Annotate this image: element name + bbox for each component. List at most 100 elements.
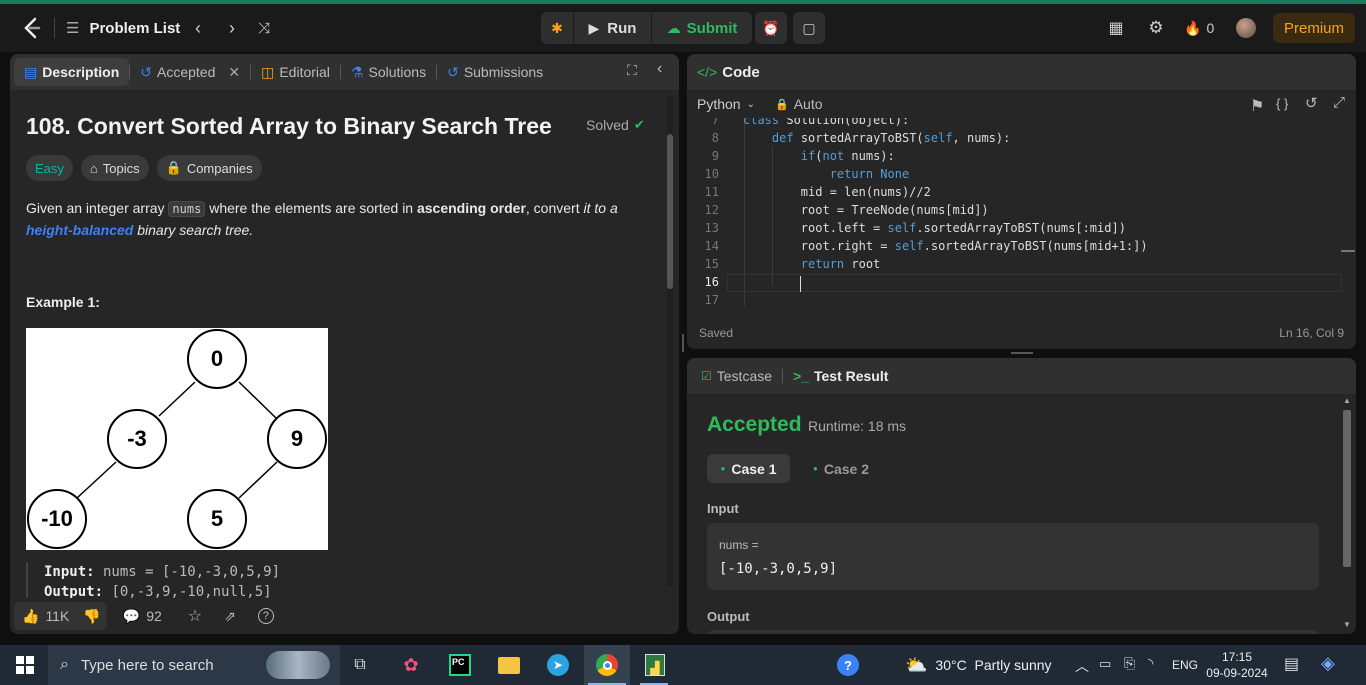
- language-label: Python: [697, 96, 741, 112]
- settings-gear-icon[interactable]: ⚙: [1145, 16, 1167, 40]
- panel-resize-handle[interactable]: [1011, 352, 1033, 354]
- comment-icon: 💬: [122, 607, 141, 624]
- format-braces-icon[interactable]: { }: [1276, 96, 1288, 111]
- tree-node: 9: [267, 409, 327, 469]
- notifications-icon[interactable]: ▤: [1284, 654, 1299, 674]
- chart-app-icon[interactable]: ▟: [641, 651, 669, 679]
- premium-button[interactable]: Premium: [1273, 13, 1355, 43]
- share-icon[interactable]: ⇗: [224, 608, 236, 625]
- desc-text: Given an integer array: [26, 200, 169, 216]
- height-balanced-link[interactable]: height-balanced: [26, 222, 133, 238]
- problem-list-label: Problem List: [89, 19, 181, 37]
- network-lan-icon[interactable]: ⎘: [1124, 655, 1135, 672]
- run-button[interactable]: ▶ Run: [574, 12, 651, 44]
- result-scrollbar[interactable]: ▲ ▼: [1340, 396, 1354, 632]
- weather-widget[interactable]: ⛅ 30°C Partly sunny: [905, 645, 1052, 685]
- wifi-icon[interactable]: ◝: [1148, 655, 1153, 672]
- help-icon[interactable]: ?: [257, 608, 274, 624]
- case-2-label: Case 2: [823, 460, 869, 477]
- copilot-icon[interactable]: ◈: [1321, 653, 1335, 674]
- problem-list-button[interactable]: ☰ Problem List: [66, 16, 180, 40]
- expand-icon[interactable]: ⤢: [1333, 94, 1345, 111]
- panel-resize-handle-vertical[interactable]: [682, 334, 684, 352]
- tab-editorial-label: Editorial: [279, 64, 330, 80]
- topics-button[interactable]: ⌂ Topics: [80, 155, 149, 181]
- play-icon: ▶: [588, 19, 600, 36]
- bookmark-icon[interactable]: ⚑: [1250, 96, 1264, 116]
- input-language[interactable]: ENG: [1172, 658, 1198, 672]
- tab-testcase[interactable]: ☑ Testcase: [691, 362, 782, 390]
- code-tabbar: </> Code: [687, 54, 1356, 90]
- tab-submissions[interactable]: ↺ Submissions: [437, 58, 553, 86]
- line-number: 17: [704, 293, 719, 306]
- case-1-label: Case 1: [731, 460, 777, 477]
- maximize-icon[interactable]: ⛶: [627, 62, 637, 79]
- language-select[interactable]: Python ⌄: [697, 96, 755, 112]
- tab-editorial[interactable]: ◫ Editorial: [251, 58, 340, 86]
- tab-solutions[interactable]: ⚗ Solutions: [341, 58, 436, 86]
- code-editor[interactable]: 7 class Solution(object): 8 def sortedArra…: [687, 118, 1356, 306]
- layout-grid-icon[interactable]: ▦: [1105, 16, 1127, 40]
- tab-testcase-label: Testcase: [716, 368, 773, 384]
- collapse-panel-icon[interactable]: ‹: [657, 60, 662, 78]
- line-number: 16: [704, 275, 719, 289]
- code-line: root.right = self.sortedArrayToBST(nums[…: [743, 239, 1148, 253]
- help-bubble-icon[interactable]: ?: [834, 651, 862, 679]
- close-icon[interactable]: ✕: [228, 64, 240, 81]
- fire-icon: 🔥: [1184, 19, 1202, 36]
- auto-mode[interactable]: 🔒 Auto: [775, 96, 823, 112]
- clock-date: 09-09-2024: [1206, 666, 1268, 680]
- line-number: 10: [704, 167, 719, 181]
- editor-scroll-marker: [1341, 250, 1355, 252]
- windows-start-icon[interactable]: [11, 651, 39, 679]
- code-line: class Solution(object):: [743, 118, 910, 127]
- comments-count: 92: [146, 608, 162, 624]
- dislike-button[interactable]: 👎: [77, 602, 107, 630]
- app-icon[interactable]: ✿: [397, 651, 425, 679]
- battery-icon[interactable]: ▭: [1099, 656, 1111, 672]
- shuffle-icon[interactable]: ⤨: [253, 16, 275, 40]
- topics-label: Topics: [102, 160, 140, 176]
- prev-problem-icon[interactable]: ‹: [188, 16, 208, 40]
- pycharm-icon[interactable]: PC: [446, 651, 474, 679]
- companies-button[interactable]: 🔒 Companies: [156, 155, 262, 181]
- like-button[interactable]: 👍 11K: [14, 602, 78, 630]
- cloud-upload-icon: ☁: [666, 19, 681, 36]
- tab-test-result[interactable]: >_ Test Result: [783, 362, 898, 390]
- clock[interactable]: 17:15 09-09-2024: [1204, 649, 1270, 681]
- debug-icon[interactable]: ✱: [541, 12, 573, 44]
- leetcode-logo-icon[interactable]: [20, 16, 44, 40]
- case-2-tab[interactable]: ● Case 2: [805, 454, 888, 483]
- next-problem-icon[interactable]: ›: [222, 16, 242, 40]
- difficulty-badge[interactable]: Easy: [26, 155, 73, 181]
- tab-accepted[interactable]: ↺ Accepted ✕: [130, 58, 250, 86]
- task-view-icon[interactable]: ⧉: [346, 651, 374, 679]
- taskbar-search[interactable]: ⌕ Type here to search: [48, 645, 340, 685]
- file-explorer-icon[interactable]: [495, 651, 523, 679]
- reset-icon[interactable]: ↺: [1305, 94, 1318, 112]
- streak-counter[interactable]: 🔥 0: [1184, 16, 1214, 40]
- line-number: 7: [711, 118, 719, 127]
- code-line: root = TreeNode(nums[mid]): [743, 203, 989, 217]
- problem-description: Given an integer array nums where the el…: [26, 198, 646, 241]
- notes-icon[interactable]: ▢: [793, 12, 825, 44]
- chrome-icon[interactable]: [593, 651, 621, 679]
- line-number: 11: [704, 185, 719, 199]
- code-line: mid = len(nums)//2: [743, 185, 931, 199]
- star-icon[interactable]: ☆: [188, 606, 202, 626]
- description-scrollbar[interactable]: [663, 90, 677, 598]
- show-hidden-icons-chevron-icon[interactable]: ︿: [1075, 656, 1089, 676]
- desc-italic: binary search tree.: [133, 222, 254, 238]
- tab-description[interactable]: ▤ Description: [14, 58, 130, 86]
- avatar[interactable]: [1236, 18, 1256, 38]
- clock-time: 17:15: [1221, 650, 1253, 664]
- telegram-icon[interactable]: ➤: [544, 651, 572, 679]
- example-io-block: Input: nums = [-10,-3,0,5,9] Output: [0,…: [26, 562, 646, 602]
- submit-button[interactable]: ☁ Submit: [652, 12, 752, 44]
- alarm-clock-icon[interactable]: ⏰: [755, 12, 787, 44]
- checkbox-icon: ☑: [701, 369, 712, 383]
- case-1-tab[interactable]: ● Case 1: [707, 454, 790, 483]
- comments-button[interactable]: 💬 92: [123, 608, 162, 625]
- search-icon: ⌕: [60, 656, 69, 673]
- code-line: if(not nums):: [800, 149, 895, 163]
